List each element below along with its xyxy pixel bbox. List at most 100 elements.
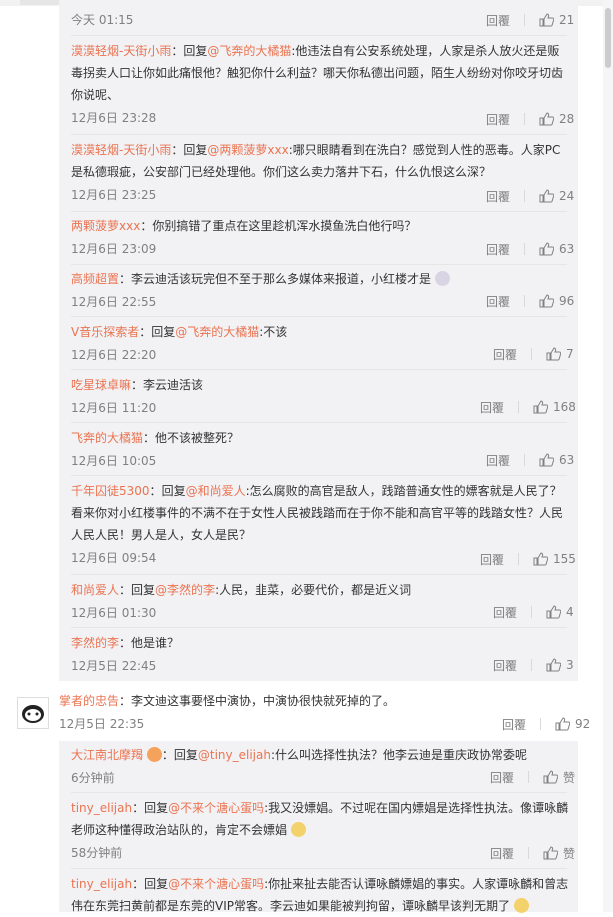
like-button[interactable]: 7 [546, 347, 574, 361]
mention-link[interactable]: @不来个溏心蛋吗 [168, 877, 264, 891]
reply-author-link[interactable]: 千年囚徒5300 [71, 484, 150, 498]
like-button[interactable]: 63 [539, 453, 574, 467]
reply-prefix: 回复 [173, 748, 198, 762]
like-button[interactable]: 21 [539, 13, 574, 27]
reply-prefix: 回复 [183, 44, 208, 58]
mention-link[interactable]: @飞奔的大橘猫 [175, 325, 259, 339]
like-button[interactable]: 63 [539, 242, 574, 256]
action-divider [531, 606, 533, 618]
reply-author-link[interactable]: 两颗菠萝xxx [71, 219, 140, 233]
mention-link[interactable]: @不来个溏心蛋吗 [168, 801, 264, 815]
reply-button[interactable]: 回覆 [493, 604, 517, 621]
reply-author-link[interactable]: 吃星球卓嘛 [71, 378, 131, 392]
reply-author-link[interactable]: tiny_elijah [71, 877, 132, 891]
reply-text-line: 看来你对小红楼事件的不满不在于女性人民被践踏而在于你不能和高官平等的践踏女性？人… [71, 506, 564, 520]
comment-colon: ： [119, 694, 132, 708]
reply-colon: ： [132, 877, 145, 891]
thumbs-up-icon [533, 552, 549, 566]
reply-divider [71, 627, 567, 628]
scrollbar-thumb[interactable] [605, 8, 611, 68]
reply-actions: 回覆 24 [486, 185, 574, 207]
reply-time: 12月6日 01:30 [71, 606, 157, 620]
mention-link[interactable]: @tiny_elijah [198, 748, 271, 762]
reply-author-link[interactable]: 高频超置 [71, 272, 119, 286]
reply-author-link[interactable]: V音乐探索者 [71, 325, 139, 339]
like-count: 63 [559, 453, 575, 467]
reply-author-link[interactable]: 飞奔的大橘猫 [71, 431, 143, 445]
like-button[interactable]: 96 [539, 294, 574, 308]
comment-actions: 回覆 92 [502, 713, 590, 735]
reply-time: 12月6日 10:05 [71, 454, 157, 468]
reply-colon: ： [171, 44, 184, 58]
reply-button[interactable]: 回覆 [486, 241, 510, 258]
action-divider [518, 553, 520, 565]
comment-text: 李文迪这事要怪中演协，中演协很快就死掉的了。 [131, 694, 396, 708]
reply-divider [71, 35, 567, 36]
reply-time: 12月6日 23:25 [71, 188, 157, 202]
reply-button[interactable]: 回覆 [480, 399, 504, 416]
reply-colon: ： [143, 431, 156, 445]
user-avatar[interactable] [17, 697, 49, 729]
mention-link[interactable]: @两颗菠萝xxx [207, 143, 288, 157]
mention-link[interactable]: @飞奔的大橘猫 [207, 44, 291, 58]
reply-time: 12月6日 22:55 [71, 295, 157, 309]
reply-time: 12月5日 22:45 [71, 659, 157, 673]
like-label: 赞 [563, 846, 576, 861]
reply-colon: ： [119, 636, 132, 650]
reply-actions: 回覆 4 [493, 601, 574, 623]
reply-button[interactable]: 回覆 [490, 845, 514, 862]
reply-text: 李云迪活该 [143, 378, 204, 392]
reply-author-link[interactable]: 大江南北摩羯 [71, 748, 143, 762]
like-count: 4 [566, 605, 574, 619]
reply-divider [71, 574, 567, 575]
reply-button[interactable]: 回覆 [480, 551, 504, 568]
like-button[interactable]: 155 [533, 552, 576, 566]
reply-text-line: 是私德瑕疵，公安部门已经处理他。你们这么卖力落井下石，什么仇恨这么深？ [71, 165, 492, 179]
reply-button[interactable]: 回覆 [486, 12, 510, 29]
reply-button[interactable]: 回覆 [486, 188, 510, 205]
reply-time: 12月6日 09:54 [71, 551, 157, 565]
reply-text-line: 毒拐卖人口让你如此痛恨他？触犯你什么利益？哪天你私德出问题，陌生人纷纷对你咬牙切… [71, 66, 564, 80]
reply-text: 他不该被整死？ [155, 431, 240, 445]
action-divider [524, 454, 526, 466]
action-divider [540, 718, 542, 730]
comment-author-link[interactable]: 掌者的忠告 [59, 694, 119, 708]
like-button[interactable]: 赞 [543, 769, 575, 786]
like-button[interactable]: 92 [555, 717, 590, 731]
thumbs-up-icon [539, 112, 555, 126]
reply-actions: 回覆 赞 [490, 766, 575, 788]
reply-author-link[interactable]: tiny_elijah [71, 801, 132, 815]
like-button[interactable]: 赞 [543, 845, 575, 862]
reply-button[interactable]: 回覆 [486, 111, 510, 128]
reply-actions: 回覆 7 [493, 343, 574, 365]
reply-button[interactable]: 回覆 [493, 346, 517, 363]
reply-author-link[interactable]: 漠漠轻烟-天街小雨 [71, 44, 171, 58]
reply-button[interactable]: 回覆 [502, 716, 526, 733]
mention-link[interactable]: @李然的李 [155, 583, 215, 597]
reply-button[interactable]: 回覆 [486, 293, 510, 310]
like-button[interactable]: 4 [546, 605, 574, 619]
reply-text: :人民，韭菜，必要代价，都是近义词 [215, 583, 412, 597]
like-count: 155 [553, 552, 576, 566]
mention-link[interactable]: @和尚爱人 [186, 484, 246, 498]
like-count: 7 [566, 347, 574, 361]
reply-author-link[interactable]: 和尚爱人 [71, 583, 119, 597]
like-button[interactable]: 28 [539, 112, 574, 126]
reply-button[interactable]: 回覆 [493, 657, 517, 674]
reply-actions: 回覆 21 [486, 9, 574, 31]
like-button[interactable]: 168 [533, 400, 576, 414]
thumbs-up-icon [539, 13, 555, 27]
reply-button[interactable]: 回覆 [490, 769, 514, 786]
page-scrollbar[interactable] [603, 0, 613, 912]
reply-author-link[interactable]: 李然的李 [71, 636, 119, 650]
thumbs-up-icon [546, 605, 562, 619]
reply-button[interactable]: 回覆 [486, 452, 510, 469]
emoji-icon [513, 898, 529, 913]
like-button[interactable]: 3 [546, 658, 574, 672]
reply-text: :什么叫选择性执法？他李云迪是重庆政协常委呢 [270, 748, 528, 762]
reply-prefix: 回复 [144, 877, 169, 891]
reply-author-link[interactable]: 漠漠轻烟-天街小雨 [71, 143, 171, 157]
like-label: 赞 [563, 770, 576, 785]
action-divider [518, 401, 520, 413]
like-button[interactable]: 24 [539, 189, 574, 203]
